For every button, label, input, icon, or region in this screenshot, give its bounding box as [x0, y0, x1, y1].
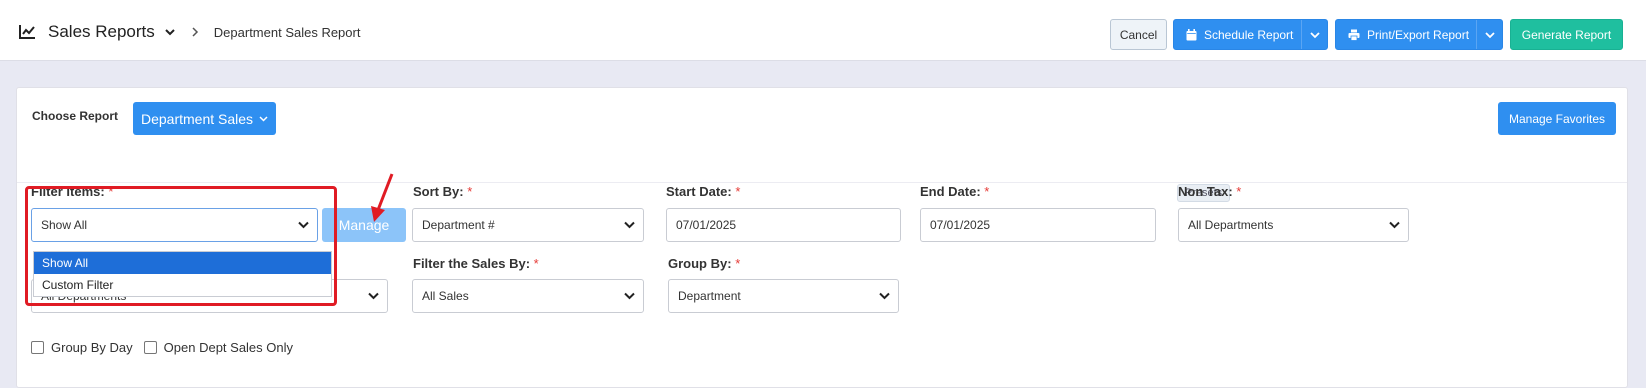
group-by-day-label[interactable]: Group By Day: [51, 340, 133, 355]
schedule-report-button[interactable]: Schedule Report: [1173, 19, 1328, 50]
non-tax-label: Non Tax: *: [1178, 184, 1242, 199]
chevron-right-icon: [192, 27, 198, 37]
app-title[interactable]: Sales Reports: [48, 22, 155, 42]
breadcrumb: Sales Reports Department Sales Report: [18, 22, 360, 42]
filter-items-dropdown-list: Show All Custom Filter: [33, 251, 332, 297]
group-by-value: Department: [678, 289, 741, 303]
line-chart-icon: [19, 25, 35, 39]
chevron-down-icon: [259, 115, 268, 122]
sort-by-value: Department #: [422, 218, 495, 232]
divider: [17, 182, 1627, 183]
filter-sales-by-label: Filter the Sales By: *: [413, 256, 539, 271]
chevron-down-icon: [298, 221, 309, 229]
chevron-down-icon: [624, 292, 635, 300]
filter-items-select[interactable]: Show All: [31, 208, 318, 242]
chevron-down-icon[interactable]: [164, 26, 176, 38]
start-date-input[interactable]: 07/01/2025: [666, 208, 901, 242]
report-card: Choose Report Department Sales Manage Fa…: [16, 87, 1628, 388]
manage-favorites-button[interactable]: Manage Favorites: [1498, 102, 1616, 135]
end-date-input[interactable]: 07/01/2025: [920, 208, 1156, 242]
calendar-icon: [1186, 28, 1197, 40]
generate-report-button[interactable]: Generate Report: [1510, 19, 1623, 50]
non-tax-value: All Departments: [1188, 218, 1274, 232]
dropdown-option-custom-filter[interactable]: Custom Filter: [34, 274, 331, 296]
schedule-report-label: Schedule Report: [1204, 27, 1294, 42]
chevron-down-icon: [1309, 31, 1320, 38]
group-by-select[interactable]: Department: [668, 279, 899, 313]
report-select-label: Department Sales: [140, 110, 254, 127]
start-date-label: Start Date: *: [666, 184, 741, 199]
filter-items-value: Show All: [41, 218, 88, 232]
end-date-label: End Date: *: [920, 184, 990, 199]
print-export-button[interactable]: Print/Export Report: [1335, 19, 1503, 50]
group-by-day-checkbox[interactable]: [31, 341, 44, 354]
filter-sales-by-select[interactable]: All Sales: [412, 279, 644, 313]
report-select-button[interactable]: Department Sales: [133, 102, 276, 135]
chevron-down-icon: [624, 221, 635, 229]
printer-icon: [1348, 29, 1360, 41]
group-by-label: Group By: *: [668, 256, 741, 271]
choose-report-label: Choose Report: [32, 109, 119, 123]
sort-by-label: Sort By: *: [413, 184, 473, 199]
annotation-arrow-icon: [371, 173, 394, 222]
filter-items-label: Filter Items: *: [31, 184, 114, 199]
open-dept-only-label[interactable]: Open Dept Sales Only: [164, 340, 293, 355]
top-bar: Sales Reports Department Sales Report Ca…: [0, 0, 1646, 61]
cancel-button[interactable]: Cancel: [1110, 19, 1167, 50]
chevron-down-icon: [368, 292, 379, 300]
sort-by-select[interactable]: Department #: [412, 208, 644, 242]
chevron-down-icon: [1389, 221, 1400, 229]
chevron-down-icon: [879, 292, 890, 300]
print-dropdown-toggle[interactable]: [1476, 20, 1502, 49]
chevron-down-icon: [1484, 31, 1495, 38]
options-row: Group By Day Open Dept Sales Only: [31, 340, 304, 355]
filter-sales-by-value: All Sales: [422, 289, 469, 303]
open-dept-only-checkbox[interactable]: [143, 341, 157, 354]
page-title: Department Sales Report: [213, 24, 361, 40]
schedule-dropdown-toggle[interactable]: [1301, 20, 1327, 49]
print-export-label: Print/Export Report: [1367, 27, 1470, 42]
non-tax-select[interactable]: All Departments: [1178, 208, 1409, 242]
dropdown-option-show-all[interactable]: Show All: [34, 252, 331, 274]
